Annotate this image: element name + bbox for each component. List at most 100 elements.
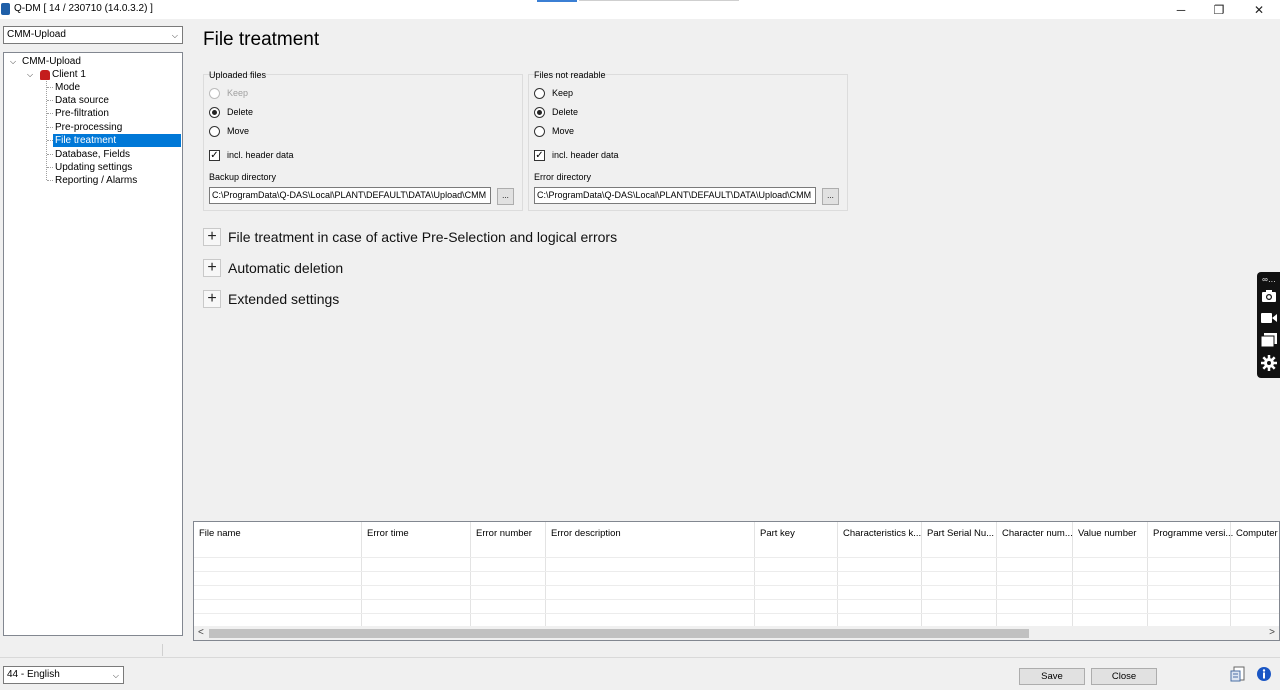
unreadable-delete-radio[interactable]: Delete: [534, 105, 578, 119]
uploaded-keep-label: Keep: [227, 88, 249, 98]
radio-checked-icon: [209, 106, 220, 118]
uploaded-header-checkbox[interactable]: ✓ incl. header data: [209, 148, 294, 162]
radio-unchecked-icon: [209, 87, 220, 99]
grid-row-line: [194, 585, 1279, 586]
tree-branch: [47, 113, 53, 114]
column-header-error-description[interactable]: Error description: [551, 528, 621, 539]
minimize-icon: ─: [1176, 2, 1186, 17]
minimize-button[interactable]: ─: [1162, 0, 1200, 19]
expander-label: File treatment in case of active Pre-Sel…: [228, 229, 618, 245]
column-header-value-number[interactable]: Value number: [1078, 528, 1136, 539]
files-not-readable-label: Files not readable: [534, 70, 606, 80]
unreadable-keep-label: Keep: [552, 88, 574, 98]
column-header-programme-version[interactable]: Programme versi...: [1153, 528, 1233, 539]
scrollbar-thumb[interactable]: [209, 629, 1029, 638]
radio-unchecked-icon: [534, 87, 545, 99]
plus-icon[interactable]: +: [203, 290, 221, 308]
checkmark-icon: ✓: [209, 149, 220, 161]
report-icon[interactable]: [1229, 665, 1247, 683]
unreadable-move-label: Move: [552, 126, 575, 136]
tree-item-reporting-alarms[interactable]: Reporting / Alarms: [55, 174, 137, 187]
column-header-computer[interactable]: Computer: [1236, 528, 1278, 539]
language-select-value: 44 - English: [7, 669, 60, 680]
tree-expand-chevron-icon[interactable]: ⌵: [10, 55, 16, 68]
close-icon: ✕: [1253, 2, 1265, 17]
info-icon[interactable]: [1255, 665, 1273, 683]
client-icon: [40, 70, 50, 80]
checkmark-icon: ✓: [534, 149, 545, 161]
uploaded-move-label: Move: [227, 126, 250, 136]
status-separator: [162, 644, 163, 656]
navigation-tree[interactable]: ⌵ CMM-Upload ⌵ Client 1 Mode Data source…: [3, 52, 183, 636]
link-more-icon[interactable]: ∞…: [1260, 273, 1278, 285]
backup-directory-label: Backup directory: [209, 172, 277, 182]
module-select[interactable]: CMM-Upload ⌵: [3, 26, 183, 44]
gear-icon[interactable]: [1260, 354, 1278, 372]
uploaded-keep-radio: Keep: [209, 86, 248, 100]
column-header-error-time[interactable]: Error time: [367, 528, 409, 539]
expander-label: Automatic deletion: [228, 260, 344, 276]
unreadable-move-radio[interactable]: Move: [534, 124, 574, 138]
page-title: File treatment: [203, 29, 320, 50]
video-icon[interactable]: [1260, 309, 1278, 327]
save-button[interactable]: Save: [1019, 668, 1085, 685]
grid-row-line: [194, 557, 1279, 558]
tree-client-chevron-icon[interactable]: ⌵: [27, 68, 33, 81]
radio-checked-icon: [534, 106, 545, 118]
plus-icon[interactable]: +: [203, 259, 221, 277]
tree-item-mode[interactable]: Mode: [55, 81, 80, 94]
tree-root[interactable]: CMM-Upload: [22, 55, 81, 68]
expander-label: Extended settings: [228, 291, 340, 307]
error-browse-button[interactable]: ...: [822, 188, 839, 205]
tree-branch: [47, 180, 53, 181]
expander-pre-selection-errors[interactable]: + File treatment in case of active Pre-S…: [203, 227, 617, 247]
column-header-part-serial-number[interactable]: Part Serial Nu...: [927, 528, 994, 539]
plus-icon[interactable]: +: [203, 228, 221, 246]
error-directory-label: Error directory: [534, 172, 592, 182]
column-header-part-key[interactable]: Part key: [760, 528, 795, 539]
radio-unchecked-icon: [209, 125, 220, 137]
tree-item-data-source[interactable]: Data source: [55, 94, 109, 107]
title-accent: [537, 0, 577, 2]
restore-icon: ❐: [1213, 2, 1225, 17]
tree-item-updating-settings[interactable]: Updating settings: [55, 161, 132, 174]
radio-unchecked-icon: [534, 125, 545, 137]
horizontal-scrollbar[interactable]: < >: [194, 626, 1279, 640]
chevron-down-icon: ⌵: [171, 31, 178, 40]
app-logo-icon: [1, 3, 10, 15]
uploaded-delete-label: Delete: [227, 107, 254, 117]
tree-item-pre-filtration[interactable]: Pre-filtration: [55, 107, 109, 120]
uploaded-header-label: incl. header data: [227, 150, 294, 160]
tree-branch: [47, 100, 53, 101]
restore-button[interactable]: ❐: [1200, 0, 1238, 19]
column-header-error-number[interactable]: Error number: [476, 528, 532, 539]
title-bar: Q-DM [ 14 / 230710 (14.0.3.2) ] ─ ❐ ✕: [0, 0, 1280, 19]
unreadable-header-label: incl. header data: [552, 150, 619, 160]
error-directory-input[interactable]: C:\ProgramData\Q-DAS\Local\PLANT\DEFAULT…: [534, 187, 816, 204]
tree-client[interactable]: Client 1: [52, 68, 86, 81]
camera-icon[interactable]: [1260, 287, 1278, 305]
scroll-left-icon[interactable]: <: [198, 626, 204, 640]
language-select[interactable]: 44 - English ⌵: [3, 666, 124, 684]
uploaded-delete-radio[interactable]: Delete: [209, 105, 253, 119]
column-header-characteristics-key[interactable]: Characteristics k...: [843, 528, 921, 539]
column-header-character-number[interactable]: Character num...: [1002, 528, 1073, 539]
unreadable-keep-radio[interactable]: Keep: [534, 86, 573, 100]
backup-directory-input[interactable]: C:\ProgramData\Q-DAS\Local\PLANT\DEFAULT…: [209, 187, 491, 204]
backup-browse-button[interactable]: ...: [497, 188, 514, 205]
error-grid[interactable]: File name Error time Error number Error …: [193, 521, 1280, 641]
tree-item-pre-processing[interactable]: Pre-processing: [55, 121, 122, 134]
tree-branch: [47, 154, 53, 155]
uploaded-move-radio[interactable]: Move: [209, 124, 249, 138]
window-icon[interactable]: [1260, 331, 1278, 349]
column-header-file-name[interactable]: File name: [199, 528, 241, 539]
close-button[interactable]: Close: [1091, 668, 1157, 685]
tree-connector: [46, 81, 47, 180]
scroll-right-icon[interactable]: >: [1269, 626, 1275, 640]
expander-automatic-deletion[interactable]: + Automatic deletion: [203, 258, 343, 278]
tree-item-database-fields[interactable]: Database, Fields: [55, 148, 130, 161]
unreadable-header-checkbox[interactable]: ✓ incl. header data: [534, 148, 619, 162]
tree-item-file-treatment[interactable]: File treatment: [53, 134, 181, 147]
expander-extended-settings[interactable]: + Extended settings: [203, 289, 339, 309]
close-window-button[interactable]: ✕: [1240, 0, 1278, 19]
